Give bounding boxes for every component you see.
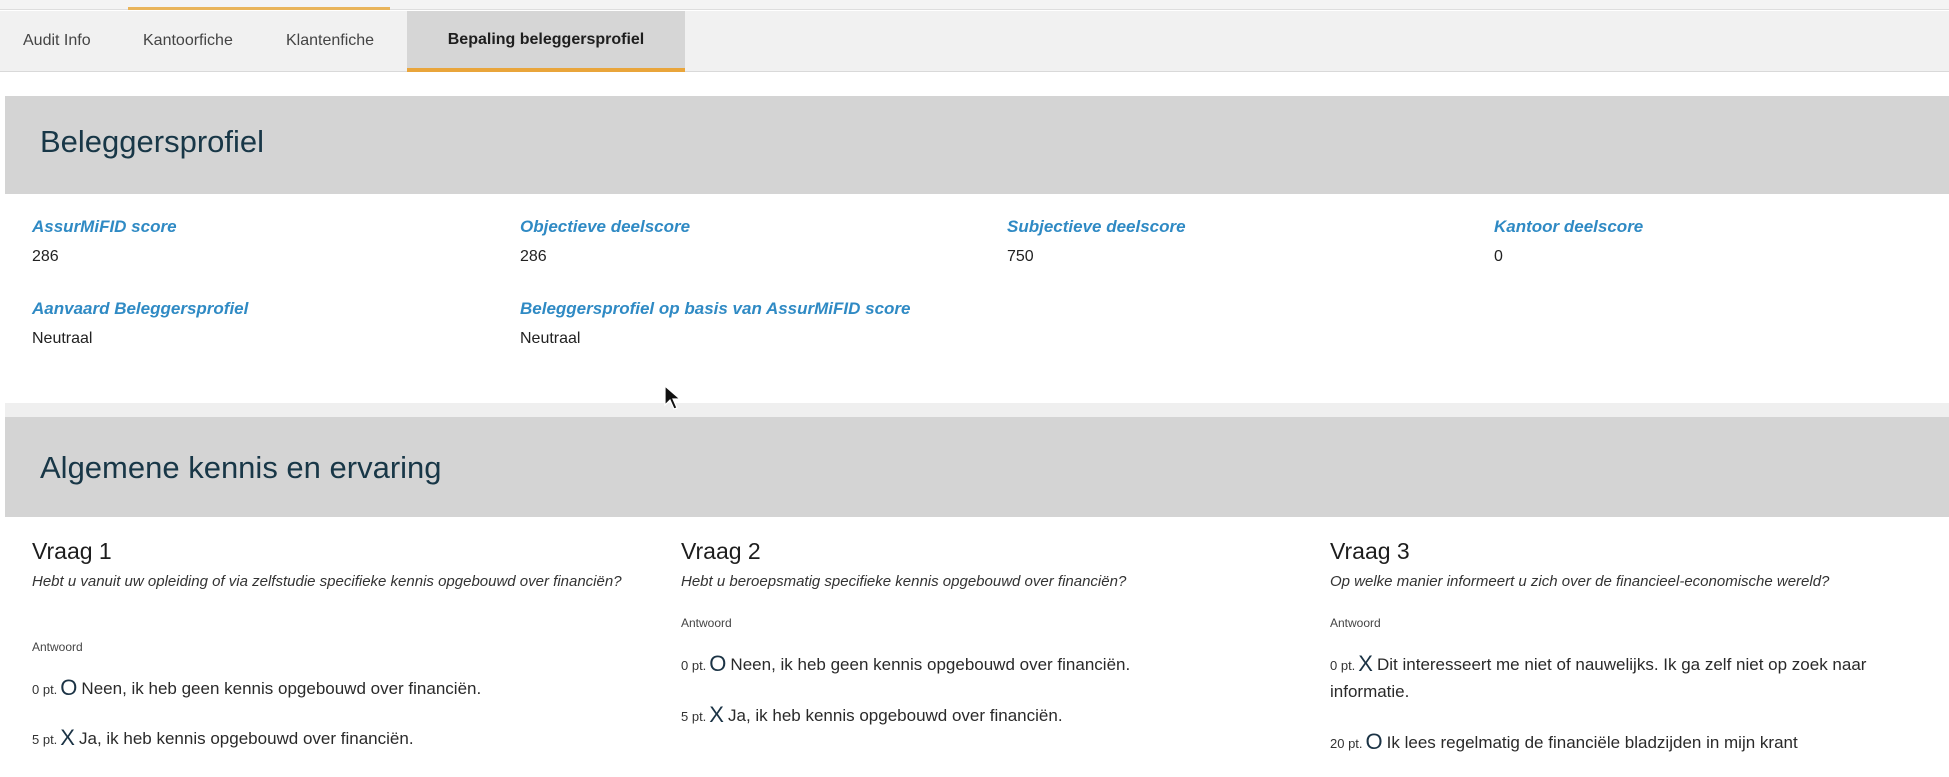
option-mark-o: O	[709, 651, 727, 676]
question-2-text: Hebt u beroepsmatig specifieke kennis op…	[681, 573, 1127, 590]
option-mark-x: X	[60, 725, 75, 750]
field-label-assurmifid-score: AssurMiFID score	[32, 217, 177, 236]
field-value-aanvaard-beleggersprofiel: Neutraal	[32, 330, 93, 347]
option-points: 0 pt.	[681, 658, 707, 673]
field-label-subjectieve-deelscore: Subjectieve deelscore	[1007, 217, 1186, 236]
profile-section-title: Beleggersprofiel	[40, 124, 265, 159]
option-text: Ja, ik heb kennis opgebouwd over financi…	[727, 706, 1063, 725]
option-text: Neen, ik heb geen kennis opgebouwd over …	[81, 679, 482, 698]
field-value-kantoor-deelscore: 0	[1494, 248, 1503, 265]
option-text: Ja, ik heb kennis opgebouwd over financi…	[78, 729, 414, 748]
option-mark-x: X	[709, 702, 724, 727]
option-mark-o: O	[1365, 729, 1383, 754]
option-points: 20 pt.	[1330, 736, 1363, 751]
field-value-subjectieve-deelscore: 750	[1007, 248, 1034, 265]
question-2-option-2: 5 pt. X Ja, ik heb kennis opgebouwd over f…	[681, 701, 1301, 730]
option-mark-o: O	[60, 675, 78, 700]
option-mark-x: X	[1358, 651, 1373, 676]
tab-audit-info[interactable]: Audit Info	[23, 11, 91, 71]
question-1-option-2: 5 pt. X Ja, ik heb kennis opgebouwd over f…	[32, 724, 652, 753]
field-label-beleggersprofiel-assurmifid: Beleggersprofiel op basis van AssurMiFID…	[520, 299, 911, 318]
question-2-option-1: 0 pt. O Neen, ik heb geen kennis opgebouwd…	[681, 650, 1301, 679]
question-2-title: Vraag 2	[681, 538, 761, 564]
question-1-title: Vraag 1	[32, 538, 112, 564]
top-strip	[0, 0, 1949, 10]
field-value-beleggersprofiel-assurmifid: Neutraal	[520, 330, 581, 347]
question-1-option-1: 0 pt. O Neen, ik heb geen kennis opgebouwd…	[32, 674, 652, 703]
field-label-kantoor-deelscore: Kantoor deelscore	[1494, 217, 1644, 236]
option-text: Dit interesseert me niet of nauwelijks. …	[1330, 655, 1867, 701]
question-1-answer-label: Antwoord	[32, 640, 83, 654]
tab-bar: Audit Info Kantoorfiche Klantenfiche Bep…	[0, 11, 1949, 72]
mouse-pointer-icon	[664, 385, 682, 410]
question-3-option-1: 0 pt. X Dit interesseert me niet of nauwel…	[1330, 650, 1940, 705]
profile-section-header: Beleggersprofiel	[5, 96, 1949, 194]
question-3-title: Vraag 3	[1330, 538, 1410, 564]
profile-section-body: AssurMiFID score 286 Objectieve deelscor…	[5, 194, 1949, 403]
question-1-text: Hebt u vanuit uw opleiding of via zelfst…	[32, 573, 622, 590]
knowledge-section-body: Vraag 1 Hebt u vanuit uw opleiding of vi…	[5, 517, 1949, 777]
option-text: Ik lees regelmatig de financiële bladzij…	[1386, 733, 1798, 752]
knowledge-section-title: Algemene kennis en ervaring	[40, 450, 442, 485]
tab-bepaling-beleggersprofiel[interactable]: Bepaling beleggersprofiel	[407, 11, 685, 72]
question-3-text: Op welke manier informeert u zich over d…	[1330, 573, 1830, 590]
option-points: 5 pt.	[681, 709, 707, 724]
field-value-objectieve-deelscore: 286	[520, 248, 547, 265]
option-points: 5 pt.	[32, 732, 58, 747]
knowledge-section-header: Algemene kennis en ervaring	[5, 417, 1949, 517]
field-value-assurmifid-score: 286	[32, 248, 59, 265]
option-points: 0 pt.	[32, 682, 58, 697]
tab-klantenfiche[interactable]: Klantenfiche	[286, 11, 374, 71]
option-text: Neen, ik heb geen kennis opgebouwd over …	[730, 655, 1131, 674]
question-3-option-2: 20 pt. O Ik lees regelmatig de financiële …	[1330, 728, 1940, 757]
field-label-objectieve-deelscore: Objectieve deelscore	[520, 217, 691, 236]
option-points: 0 pt.	[1330, 658, 1356, 673]
question-2-answer-label: Antwoord	[681, 616, 732, 630]
top-accent-bar	[128, 7, 390, 10]
tab-kantoorfiche[interactable]: Kantoorfiche	[143, 11, 233, 71]
question-3-answer-label: Antwoord	[1330, 616, 1381, 630]
field-label-aanvaard-beleggersprofiel: Aanvaard Beleggersprofiel	[32, 299, 249, 318]
section-divider	[5, 403, 1949, 417]
